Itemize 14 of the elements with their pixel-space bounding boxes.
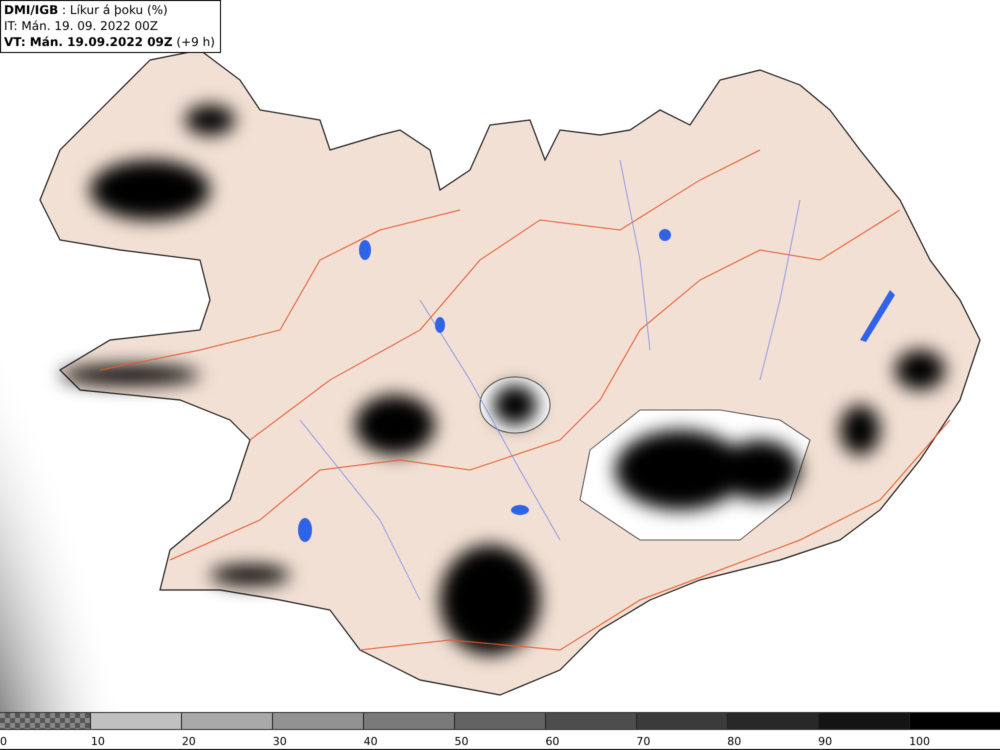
init-time: IT: Mán. 19. 09. 2022 00Z (4, 18, 159, 34)
legend-label: 20 (182, 735, 196, 748)
legend-label: 60 (545, 735, 560, 748)
legend-label: 0 (0, 735, 7, 748)
legend-label: 100 (909, 735, 930, 748)
map-title: DMI/IGB : Líkur á þoku (%) (4, 2, 169, 18)
legend-label: 50 (454, 735, 469, 748)
legend-label: 90 (818, 735, 832, 748)
legend-label: 80 (727, 735, 742, 748)
valid-time: VT: Mán. 19.09.2022 09Z (+9 h) (4, 34, 215, 50)
legend-label: 30 (272, 735, 287, 748)
legend-label: 70 (636, 735, 650, 748)
legend-label: 40 (364, 735, 378, 748)
legend-label: 10 (90, 735, 105, 748)
